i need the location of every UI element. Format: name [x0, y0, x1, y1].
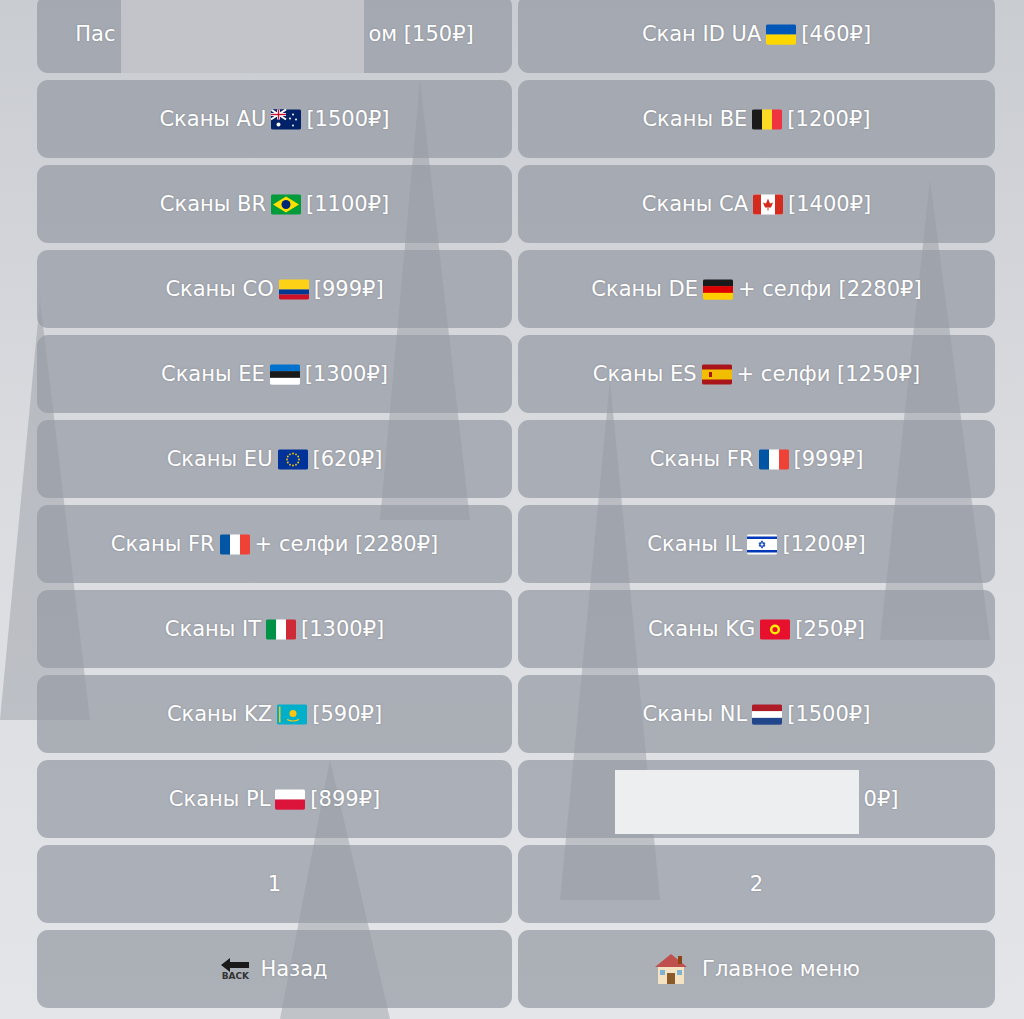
- flag-icon: [278, 449, 308, 470]
- button-label: Сканы NL: [643, 702, 748, 726]
- button-price: [1300₽]: [301, 617, 384, 641]
- flag-icon: [277, 704, 307, 725]
- button-label: Сканы ES: [593, 362, 697, 386]
- flag-icon: [702, 364, 732, 385]
- menu-button[interactable]: Пас ом [150₽]: [37, 0, 512, 73]
- menu-button[interactable]: Сканы KG [250₽]: [518, 590, 995, 668]
- flag-icon: [766, 24, 796, 45]
- back-icon-text: BACK: [222, 972, 249, 981]
- button-price: [1200₽]: [787, 107, 870, 131]
- button-price: [899₽]: [310, 787, 380, 811]
- button-price: [1400₽]: [788, 192, 871, 216]
- button-label: Сканы KG: [648, 617, 755, 641]
- button-price: + селфи [2280₽]: [738, 277, 922, 301]
- menu-button[interactable]: Сканы FR [999₽]: [518, 420, 995, 498]
- flag-icon: [752, 704, 782, 725]
- menu-button[interactable]: Сканы EE [1300₽]: [37, 335, 512, 413]
- button-label: Сканы AU: [159, 107, 266, 131]
- back-label: Назад: [260, 957, 327, 981]
- flag-icon: [760, 619, 790, 640]
- menu-button[interactable]: Сканы IL [1200₽]: [518, 505, 995, 583]
- button-price: [590₽]: [312, 702, 382, 726]
- menu-button[interactable]: Сканы ES + селфи [1250₽]: [518, 335, 995, 413]
- button-label: Сканы IL: [647, 532, 742, 556]
- menu-button[interactable]: Сканы AU [1500₽]: [37, 80, 512, 158]
- button-label: Сканы CO: [165, 277, 273, 301]
- page-button[interactable]: 2: [518, 845, 995, 923]
- flag-icon: [271, 109, 301, 130]
- menu-button[interactable]: Сканы BE [1200₽]: [518, 80, 995, 158]
- home-button[interactable]: Главное меню: [518, 930, 995, 1008]
- flag-icon: [266, 619, 296, 640]
- flag-icon: [220, 534, 250, 555]
- menu-button[interactable]: Сканы PL [899₽]: [37, 760, 512, 838]
- button-label: Сканы BR: [160, 192, 266, 216]
- button-label: Сканы FR: [650, 447, 754, 471]
- menu-button[interactable]: Сканы DE + селфи [2280₽]: [518, 250, 995, 328]
- button-price: ом [150₽]: [369, 22, 474, 46]
- menu-button[interactable]: Сканы NL [1500₽]: [518, 675, 995, 753]
- button-label: Пас: [75, 22, 115, 46]
- back-button[interactable]: BACK Назад: [37, 930, 512, 1008]
- menu-button[interactable]: Сканы FR + селфи [2280₽]: [37, 505, 512, 583]
- button-price: [999₽]: [794, 447, 864, 471]
- button-label: Сканы KZ: [167, 702, 272, 726]
- button-price: [1500₽]: [306, 107, 389, 131]
- button-price: [1100₽]: [306, 192, 389, 216]
- button-price: [1500₽]: [787, 702, 870, 726]
- button-label: Скан ID UA: [642, 22, 761, 46]
- button-price: [620₽]: [313, 447, 383, 471]
- flag-icon: [270, 364, 300, 385]
- flag-icon: [747, 534, 777, 555]
- menu-button[interactable]: Сканы CO [999₽]: [37, 250, 512, 328]
- redaction-box: [615, 770, 859, 834]
- button-price: [1300₽]: [305, 362, 388, 386]
- menu-button[interactable]: 0₽]: [518, 760, 995, 838]
- menu-button[interactable]: Сканы EU [620₽]: [37, 420, 512, 498]
- menu-button[interactable]: Скан ID UA [460₽]: [518, 0, 995, 73]
- button-price: + селфи [2280₽]: [255, 532, 439, 556]
- button-label: Сканы CA: [642, 192, 748, 216]
- back-icon: BACK: [221, 958, 249, 981]
- menu-button[interactable]: Сканы BR [1100₽]: [37, 165, 512, 243]
- page-button[interactable]: 1: [37, 845, 512, 923]
- button-price: [460₽]: [801, 22, 871, 46]
- redaction-box: [121, 0, 364, 73]
- page-number: 1: [268, 872, 281, 896]
- house-icon: [653, 952, 689, 986]
- button-price: + селфи [1250₽]: [737, 362, 921, 386]
- flag-icon: [275, 789, 305, 810]
- button-price: [1200₽]: [782, 532, 865, 556]
- button-price: [999₽]: [314, 277, 384, 301]
- flag-icon: [759, 449, 789, 470]
- button-label: Сканы DE: [591, 277, 698, 301]
- flag-icon: [271, 194, 301, 215]
- button-label: Сканы FR: [111, 532, 215, 556]
- menu-button[interactable]: Сканы CA [1400₽]: [518, 165, 995, 243]
- menu-button[interactable]: Сканы KZ [590₽]: [37, 675, 512, 753]
- flag-icon: [752, 109, 782, 130]
- button-label: Сканы EE: [161, 362, 265, 386]
- flag-icon: [703, 279, 733, 300]
- page-number: 2: [750, 872, 763, 896]
- flag-icon: [753, 194, 783, 215]
- button-label: Сканы IT: [165, 617, 261, 641]
- home-label: Главное меню: [702, 957, 860, 981]
- button-price: [250₽]: [795, 617, 865, 641]
- button-label: Сканы EU: [167, 447, 273, 471]
- button-price: 0₽]: [864, 787, 899, 811]
- menu-button[interactable]: Сканы IT [1300₽]: [37, 590, 512, 668]
- button-label: Сканы PL: [169, 787, 271, 811]
- flag-icon: [279, 279, 309, 300]
- button-label: Сканы BE: [642, 107, 747, 131]
